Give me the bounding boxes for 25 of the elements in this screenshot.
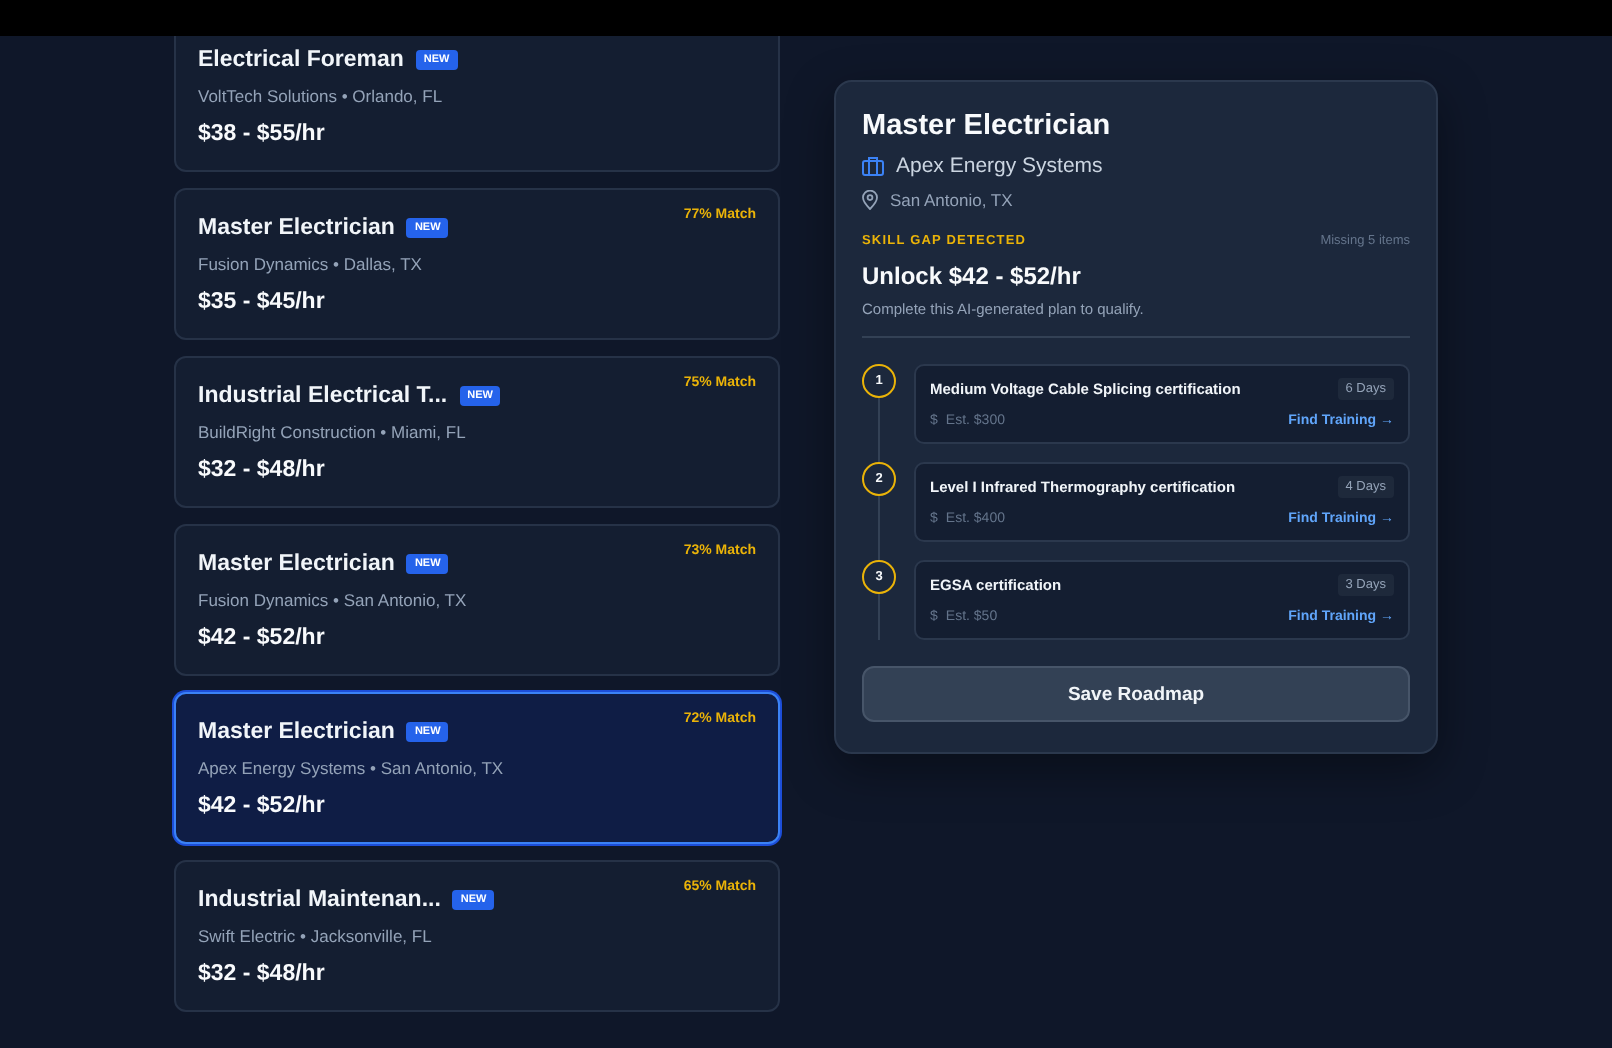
company-location: Fusion Dynamics • Dallas, TX — [198, 254, 424, 274]
location-text: San Antonio, TX — [890, 190, 1013, 210]
pay-range: $38 - $55/hr — [198, 122, 327, 146]
company-name: Apex Energy Systems — [896, 154, 1103, 178]
job-title: Master Electrician — [198, 720, 395, 744]
pay-range: $32 - $48/hr — [198, 458, 327, 482]
detail-title: Master Electrician — [862, 110, 1113, 142]
company-location: Apex Energy Systems • San Antonio, TX — [198, 758, 506, 778]
pay-range: $32 - $48/hr — [198, 962, 327, 986]
job-title: Master Electrician — [198, 216, 395, 240]
pay-range: $35 - $45/hr — [198, 290, 327, 314]
company-location: VoltTech Solutions • Orlando, FL — [198, 86, 445, 106]
job-title: Electrical Foreman — [198, 48, 404, 72]
company-location: BuildRight Construction • Miami, FL — [198, 422, 468, 442]
company-location: Swift Electric • Jacksonville, FL — [198, 926, 434, 946]
pay-range: $42 - $52/hr — [198, 794, 327, 818]
job-title: Industrial Maintenan... — [198, 888, 441, 912]
save-roadmap-button[interactable]: Save Roadmap — [862, 666, 1410, 722]
company-location: Fusion Dynamics • San Antonio, TX — [198, 590, 469, 610]
briefcase-icon — [862, 156, 884, 176]
unlock-heading: Unlock $42 - $52/hr — [862, 262, 1083, 290]
job-title: Industrial Electrical T... — [198, 384, 448, 408]
location-pin-icon — [862, 190, 878, 210]
job-title: Master Electrician — [198, 552, 395, 576]
pay-range: $42 - $52/hr — [198, 626, 327, 650]
